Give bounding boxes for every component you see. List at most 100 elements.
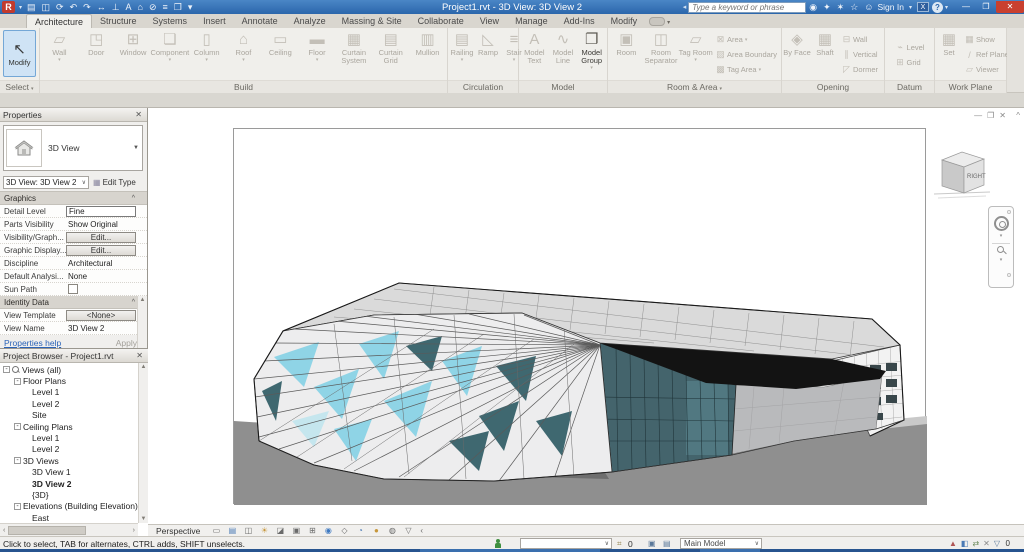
property-row[interactable]: Sun Path [0, 283, 147, 296]
property-row[interactable]: Default Analysi... None [0, 270, 147, 283]
property-row[interactable]: Parts Visibility Show Original [0, 218, 147, 231]
exchange-apps-icon[interactable]: X [916, 2, 929, 12]
view-scale-icon[interactable]: ▭ [208, 525, 224, 536]
ribbon-button[interactable]: ▯ Column ▾ [188, 29, 225, 80]
ribbon-button-small[interactable]: ▦ Show [964, 32, 1009, 47]
browser-scrollbar[interactable]: ▲ ▼ [138, 363, 148, 523]
ribbon-button-small[interactable]: ⌁ Level [895, 40, 924, 55]
properties-header[interactable]: Properties ✕ [0, 108, 147, 122]
sun-path-icon[interactable]: ☀ [256, 525, 272, 536]
room-area-panel-label[interactable]: Room & Area ▾ [608, 80, 781, 93]
tree-item[interactable]: - 3D Views [0, 455, 148, 466]
ribbon-button[interactable]: ⌂ Roof ▾ [225, 29, 262, 80]
steering-wheel-caret[interactable]: ▾ [1000, 233, 1003, 239]
ribbon-button[interactable]: ❏ Component ▾ [150, 29, 189, 80]
ribbon-button[interactable]: ▤ Curtain Grid [372, 29, 409, 80]
property-row[interactable]: Detail Level Fine [0, 205, 147, 218]
worksharing-display-icon[interactable]: ◍ [384, 525, 400, 536]
ribbon-display-toggle[interactable] [649, 17, 666, 26]
tree-item[interactable]: {3D} [0, 489, 148, 500]
save-icon[interactable]: ◫ [39, 1, 54, 13]
render-icon[interactable]: ◉ [320, 525, 336, 536]
ribbon-tab[interactable]: Collaborate [410, 14, 472, 28]
ribbon-button-small[interactable]: ◸ Dormer [841, 62, 878, 77]
default-3d-view-icon[interactable]: ⌂ [135, 1, 146, 13]
tree-item[interactable]: Level 2 [0, 444, 148, 455]
drag-on-selection-icon[interactable]: ✕ [983, 538, 990, 549]
ribbon-button[interactable]: ▣ Room [609, 29, 644, 80]
property-row[interactable]: View Template <None> [0, 309, 147, 322]
browser-horizontal-scrollbar[interactable]: ‹ › [0, 523, 138, 536]
tree-item[interactable]: Level 1 [0, 387, 148, 398]
navbar-customize-icon[interactable] [1007, 210, 1011, 214]
ribbon-tab[interactable]: Add-Ins [556, 14, 603, 28]
search-input[interactable] [688, 1, 807, 13]
ribbon-button[interactable]: ∿ Model Line [549, 29, 578, 80]
minimize-button[interactable]: — [956, 1, 976, 13]
lock-view-icon[interactable]: ◇ [336, 525, 352, 536]
tree-item[interactable]: Level 1 [0, 432, 148, 443]
switch-windows-icon[interactable]: ❐ [171, 1, 185, 13]
open-icon[interactable]: ▤ [24, 1, 39, 13]
close-button[interactable]: ✕ [996, 1, 1024, 13]
design-options-dropdown[interactable]: ∨ [520, 538, 612, 549]
view-close-icon[interactable]: ✕ [999, 111, 1006, 120]
modify-button[interactable]: ↖ Modify [3, 30, 36, 77]
ribbon-button[interactable]: ▦ Curtain System [336, 29, 373, 80]
select-pinned-icon[interactable]: ⇄ [972, 538, 979, 549]
show-crop-region-icon[interactable]: ⊞ [304, 525, 320, 536]
ribbon-tab[interactable]: Structure [92, 14, 145, 28]
ribbon-button[interactable]: ▱ Wall ▾ [41, 29, 78, 80]
project-browser-header[interactable]: Project Browser - Project1.rvt ✕ [0, 349, 148, 363]
ribbon-button-small[interactable]: ⊠ Area ▾ [715, 32, 777, 47]
app-menu-caret[interactable]: ▾ [17, 4, 24, 11]
help-icon[interactable]: ? [931, 1, 943, 13]
reveal-hidden-icon[interactable]: ● [368, 525, 384, 536]
ribbon-tab[interactable]: Modify [603, 14, 646, 28]
undo-icon[interactable]: ↶ [67, 1, 81, 13]
sync-icon[interactable]: ⟳ [53, 1, 67, 13]
select-panel-label[interactable]: Select ▾ [0, 80, 39, 93]
zoom-tool-caret[interactable]: ▾ [1000, 257, 1003, 263]
signin-person-icon[interactable]: ☺ [861, 2, 876, 12]
navbar-options-icon[interactable] [1007, 273, 1011, 277]
ribbon-button-small[interactable]: ⊞ Grid [895, 55, 925, 70]
help-caret[interactable]: ▾ [943, 4, 950, 11]
edit-type-button[interactable]: ▦ Edit Type [93, 178, 136, 187]
ribbon-tab[interactable]: Annotate [234, 14, 286, 28]
sign-in-caret[interactable]: ▾ [907, 4, 914, 11]
detail-level-icon[interactable]: ▤ [224, 525, 240, 536]
measure-icon[interactable]: ↔ [94, 1, 109, 13]
communication-center-icon[interactable]: ✦ [820, 2, 834, 13]
ribbon-button-small[interactable]: ▨ Area Boundary [715, 47, 777, 62]
ribbon-tab[interactable]: Massing & Site [334, 14, 410, 28]
crop-view-icon[interactable]: ▣ [288, 525, 304, 536]
hide-isolate-icon[interactable]: ◔ [352, 525, 368, 536]
worksharing-person-icon[interactable] [494, 539, 502, 548]
tree-item[interactable]: - Ceiling Plans [0, 421, 148, 432]
scroll-up-arrow-icon[interactable]: ^ [1016, 111, 1020, 120]
qat-customize-caret[interactable]: ▾ [185, 1, 196, 13]
ribbon-tab[interactable]: View [472, 14, 507, 28]
steering-wheel-icon[interactable] [993, 216, 1009, 231]
subscription-center-icon[interactable]: ✶ [834, 2, 848, 13]
ribbon-button-small[interactable]: ▱ Viewer [964, 62, 1009, 77]
property-row[interactable]: Identity Data ^ [0, 296, 147, 309]
shadows-icon[interactable]: ◪ [272, 525, 288, 536]
drawing-area[interactable]: — ❐ ✕ ^ RIGHT ▾ ▾ [148, 108, 1024, 524]
property-row[interactable]: View Name 3D View 2 [0, 322, 147, 335]
visual-style-icon[interactable]: ◫ [240, 525, 256, 536]
vcb-collapse-icon[interactable]: ‹ [416, 526, 423, 535]
tree-item[interactable]: - Views (all) [0, 364, 148, 375]
browser-close-icon[interactable]: ✕ [134, 351, 145, 360]
properties-help-link[interactable]: Properties help [4, 338, 61, 348]
zoom-tool-icon[interactable] [996, 246, 1006, 255]
aligned-dimension-icon[interactable]: ⊥ [109, 1, 123, 13]
ribbon-button[interactable]: ▦ Shaft [811, 29, 839, 80]
property-row[interactable]: Graphics ^ [0, 192, 147, 205]
ribbon-button[interactable]: ▬ Floor ▾ [299, 29, 336, 80]
type-selector-caret[interactable]: ▼ [133, 145, 142, 151]
revit-logo-icon[interactable]: R [2, 1, 15, 13]
view-minimize-icon[interactable]: — [974, 111, 982, 120]
ribbon-tab[interactable]: Architecture [26, 14, 93, 28]
